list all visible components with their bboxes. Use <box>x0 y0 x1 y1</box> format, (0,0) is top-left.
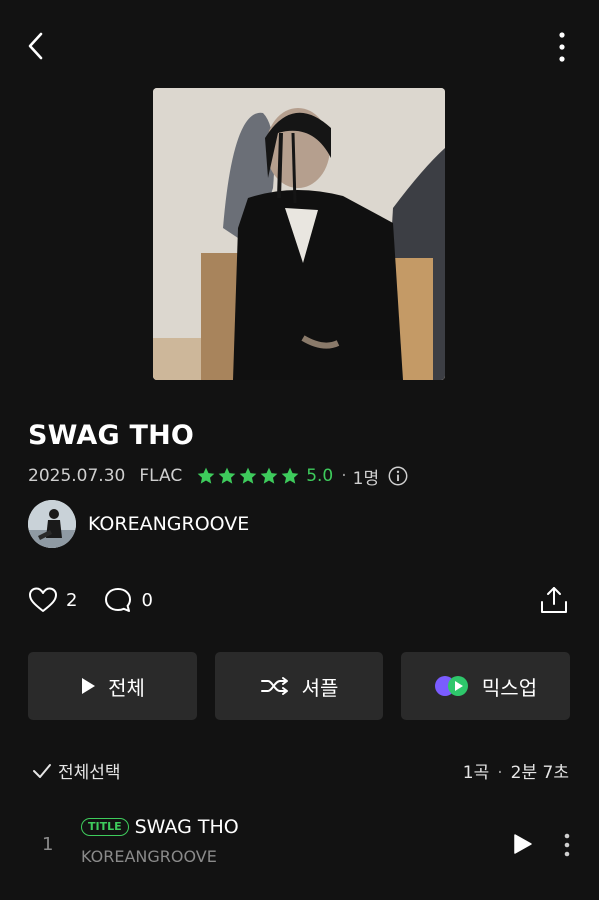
rater-count: 1명 <box>352 468 380 489</box>
star-icon <box>197 467 215 484</box>
track-play-button[interactable] <box>510 832 534 856</box>
shuffle-icon <box>260 677 288 695</box>
vertical-dots-icon <box>559 32 565 62</box>
mixup-button[interactable]: 믹스업 <box>401 652 570 720</box>
star-icon <box>260 467 278 484</box>
mixup-label: 믹스업 <box>481 675 538 700</box>
release-date: 2025.07.30 <box>28 466 126 486</box>
album-title: SWAG THO <box>28 420 195 451</box>
play-all-label: 전체 <box>108 675 145 700</box>
track-count: 1곡 <box>462 763 490 783</box>
track-artist: KOREANGROOVE <box>81 847 217 866</box>
rating-value: 5.0 <box>306 466 334 486</box>
play-icon <box>82 678 96 694</box>
artist-row[interactable]: KOREANGROOVE <box>28 500 249 548</box>
star-icon <box>239 467 257 484</box>
info-icon[interactable] <box>387 465 409 487</box>
chevron-left-icon <box>28 32 43 60</box>
title-badge: TITLE <box>81 818 129 836</box>
select-all-label: 전체선택 <box>58 763 121 783</box>
artist-avatar-image <box>28 500 76 548</box>
artist-avatar <box>28 500 76 548</box>
comment-icon[interactable] <box>103 586 133 614</box>
mixup-icon <box>434 676 468 696</box>
vertical-dots-icon <box>564 833 570 857</box>
star-icon <box>281 467 299 484</box>
share-button[interactable] <box>539 584 569 616</box>
comment-count: 0 <box>141 589 153 611</box>
heart-icon[interactable] <box>28 586 58 614</box>
track-summary: 1곡 · 2분 7초 <box>463 758 569 783</box>
track-number: 1 <box>42 834 54 855</box>
audio-format: FLAC <box>139 466 183 486</box>
separator-dot: · <box>497 763 503 783</box>
like-count: 2 <box>66 589 78 611</box>
rating-stars[interactable] <box>196 466 300 486</box>
check-icon <box>33 763 51 778</box>
track-more-button[interactable] <box>559 832 575 858</box>
track-title: SWAG THO <box>134 816 239 838</box>
shuffle-button[interactable]: 셔플 <box>215 652 383 720</box>
select-all-button[interactable]: 전체선택 <box>32 758 121 783</box>
play-icon <box>514 834 532 854</box>
album-cover[interactable] <box>153 88 445 380</box>
album-cover-image <box>153 88 445 380</box>
artist-name[interactable]: KOREANGROOVE <box>88 513 249 535</box>
total-duration: 2분 7초 <box>510 763 569 783</box>
separator-dot: · <box>341 466 347 486</box>
play-all-button[interactable]: 전체 <box>28 652 197 720</box>
more-options-button[interactable] <box>548 30 576 64</box>
shuffle-label: 셔플 <box>301 675 339 700</box>
star-icon <box>218 467 236 484</box>
album-meta: 2025.07.30 FLAC 5.0 · 1명 <box>28 462 409 490</box>
share-icon <box>541 587 567 613</box>
track-info[interactable]: TITLE SWAG THO KOREANGROOVE <box>81 816 239 866</box>
back-button[interactable] <box>22 30 50 62</box>
social-actions: 2 0 <box>28 584 153 616</box>
